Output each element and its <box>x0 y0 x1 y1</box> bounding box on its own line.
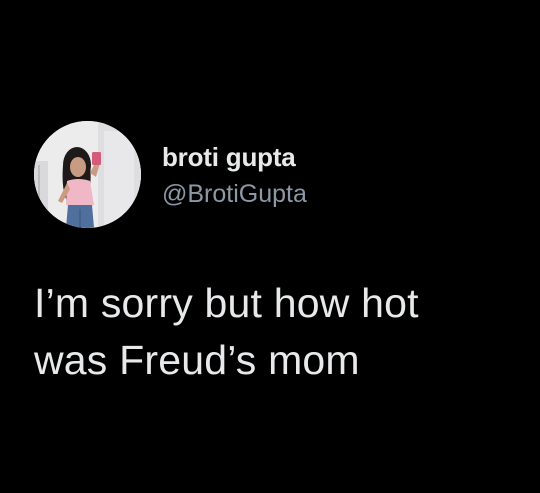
author-names: broti gupta @BrotiGupta <box>162 142 307 209</box>
author-display-name[interactable]: broti gupta <box>162 142 307 172</box>
tweet-text-line: I’m sorry but how hot <box>34 280 419 326</box>
author-handle[interactable]: @BrotiGupta <box>162 179 307 209</box>
tweet-text-line: was Freud’s mom <box>34 337 360 383</box>
tweet-text: I’m sorry but how hot was Freud’s mom <box>34 275 524 389</box>
tweet-card: broti gupta @BrotiGupta I’m sorry but ho… <box>0 0 540 493</box>
profile-photo-icon <box>34 121 141 228</box>
author-avatar[interactable] <box>34 121 141 228</box>
